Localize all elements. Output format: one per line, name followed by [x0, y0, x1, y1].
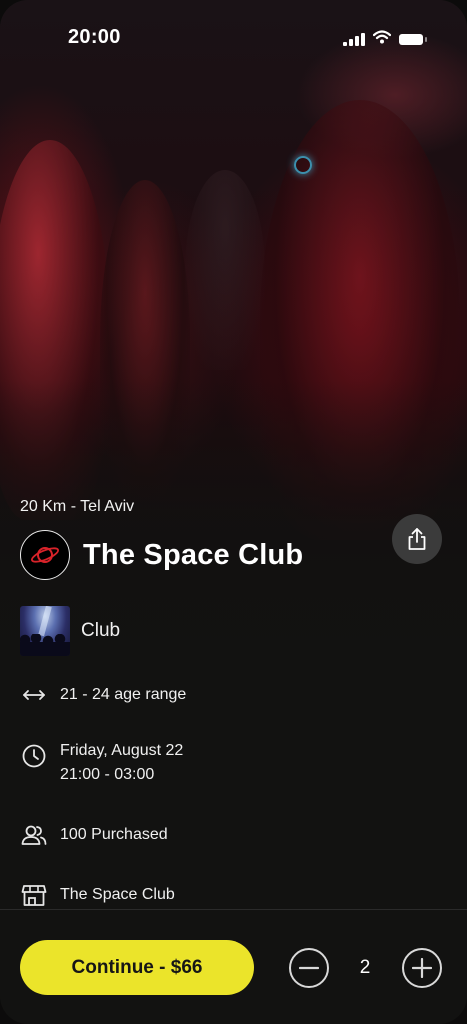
status-icons — [343, 30, 427, 49]
age-range-text: 21 - 24 age range — [60, 686, 187, 703]
age-range-row: 21 - 24 age range — [20, 681, 186, 709]
photo-figure — [185, 170, 265, 370]
increase-quantity-button[interactable] — [402, 948, 442, 988]
venue-row: The Space Club — [20, 881, 175, 909]
date-time-row: Friday, August 22 21:00 - 03:00 — [20, 742, 183, 784]
continue-button[interactable]: Continue - $66 — [20, 940, 254, 995]
event-date: Friday, August 22 — [60, 742, 184, 759]
clock-icon — [20, 742, 48, 770]
event-time: 21:00 - 03:00 — [60, 766, 155, 783]
status-time: 20:00 — [68, 26, 121, 48]
status-bar: 20:00 — [0, 0, 467, 76]
signal-icon — [343, 33, 365, 46]
plus-circle-icon — [412, 958, 432, 978]
club-thumbnail — [20, 606, 70, 656]
event-type-label: Club — [81, 620, 121, 641]
share-icon — [408, 528, 426, 550]
checkout-bar: Continue - $66 2 — [0, 909, 467, 1024]
arrows-horizontal-icon — [20, 681, 48, 709]
decrease-quantity-button[interactable] — [289, 948, 329, 988]
share-button[interactable] — [392, 514, 442, 564]
planet-logo-icon[interactable] — [20, 530, 70, 580]
users-icon — [20, 821, 48, 849]
neon-sign — [294, 156, 312, 174]
battery-icon — [399, 34, 427, 45]
venue-name: The Space Club — [60, 886, 175, 903]
date-time-text: Friday, August 22 21:00 - 03:00 — [60, 742, 183, 784]
wifi-icon — [372, 30, 392, 49]
purchased-count: 100 Purchased — [60, 826, 168, 843]
event-detail-screen: 20:00 20 Km - Tel Aviv The Space Club Cl… — [0, 0, 467, 1024]
event-distance: 20 Km - Tel Aviv — [20, 498, 135, 515]
event-type-row: Club — [20, 606, 120, 656]
purchased-row: 100 Purchased — [20, 821, 168, 849]
minus-circle-icon — [299, 966, 319, 970]
event-title-row: The Space Club — [20, 530, 303, 580]
quantity-value: 2 — [359, 957, 371, 978]
page-title: The Space Club — [83, 538, 304, 571]
store-icon — [20, 881, 48, 909]
